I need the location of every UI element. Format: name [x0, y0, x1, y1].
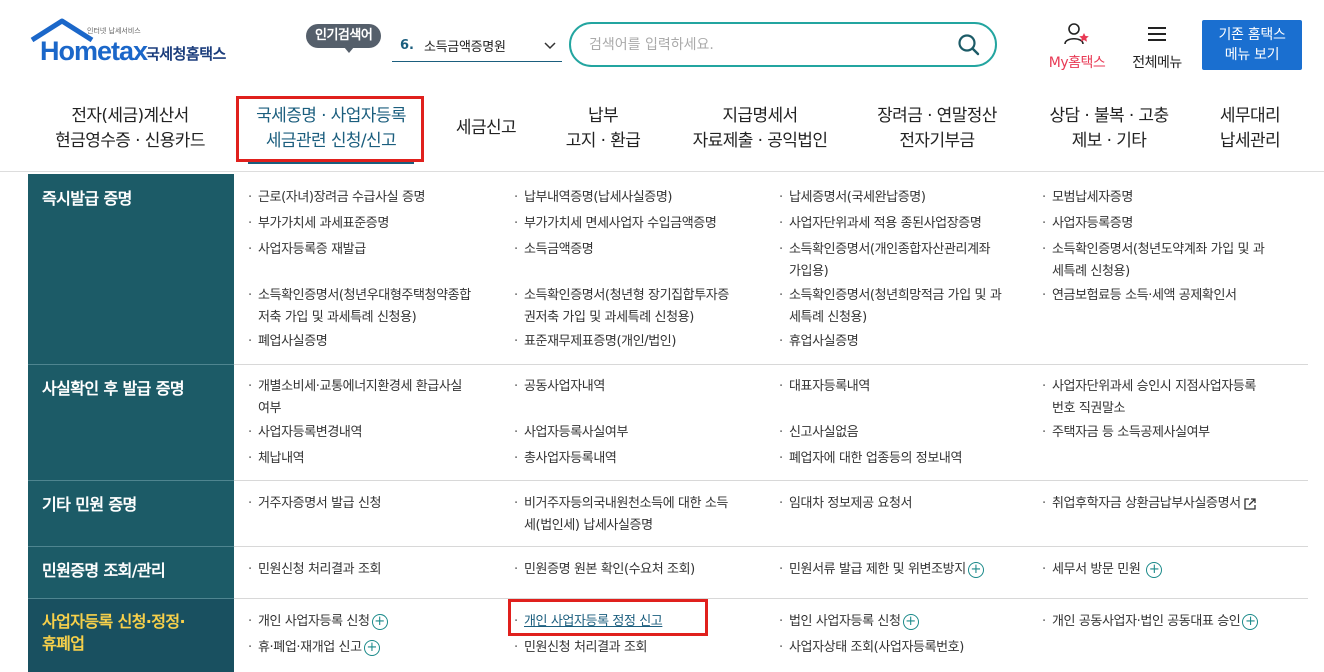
chevron-down-icon: [544, 42, 556, 50]
menu-item[interactable]: 사업자단위과세 승인시 지점사업자등록번호 직권말소: [1042, 376, 1256, 420]
popular-keyword: 소득금액증명원: [423, 40, 506, 55]
gnb-tab-e-invoice[interactable]: 전자(세금)계산서 현금영수증 · 신용카드: [50, 104, 210, 154]
menu-item[interactable]: 사업자등록변경내역: [248, 422, 362, 444]
menu-item[interactable]: 개인 공동사업자·법인 공동대표 승인+: [1042, 611, 1259, 633]
menu-item[interactable]: 납세증명서(국세완납증명): [779, 187, 926, 209]
menu-item[interactable]: 체납내역: [248, 448, 305, 470]
category-business-registration[interactable]: 사업자등록 신청·정정· 휴폐업: [28, 599, 234, 672]
menu-item[interactable]: 사업자상태 조회(사업자등록번호): [779, 637, 964, 659]
menu-item[interactable]: 휴업사실증명: [779, 331, 859, 353]
search-box: [569, 22, 997, 67]
menu-item[interactable]: 사업자등록사실여부: [514, 422, 628, 444]
row-divider: [234, 364, 1308, 365]
menu-item[interactable]: 법인 사업자등록 신청+: [779, 611, 919, 633]
category-divider: [28, 546, 234, 547]
header: 인터넷 납세서비스 Hometax 국세청홈택스 인기검색어 6. 소득금액증명…: [0, 0, 1324, 92]
external-link-icon: [1244, 497, 1256, 510]
popular-rank: 6.: [400, 38, 414, 53]
category-verified-certificates[interactable]: 사실확인 후 발급 증명: [28, 378, 234, 400]
gnb-tab-tax-filing[interactable]: 세금신고: [446, 116, 526, 141]
category-divider: [28, 480, 234, 481]
my-hometax-label: My홈택스: [1048, 55, 1106, 71]
menu-item[interactable]: 근로(자녀)장려금 수급사실 증명: [248, 187, 425, 209]
plus-circle-icon[interactable]: +: [363, 639, 380, 656]
old-hometax-menu-button[interactable]: 기존 홈택스 메뉴 보기: [1202, 20, 1302, 70]
row-divider: [234, 546, 1308, 547]
gnb-tab-consulting[interactable]: 상담 · 불복 · 고충 제보 · 기타: [1040, 104, 1178, 154]
menu-item[interactable]: 취업후학자금 상환금납부사실증명서: [1042, 493, 1257, 515]
menu-item[interactable]: 개별소비세·교통에너지환경세 환급사실여부: [248, 376, 462, 420]
plus-circle-icon[interactable]: +: [1242, 613, 1259, 630]
menu-item[interactable]: 민원증명 원본 확인(수요처 조회): [514, 559, 695, 581]
menu-item[interactable]: 소득확인증명서(개인종합자산관리계좌가입용): [779, 239, 991, 283]
menu-item[interactable]: 비거주자등의국내원천소득에 대한 소득세(법인세) 납세사실증명: [514, 493, 728, 537]
highlight-box-gnb: [236, 96, 424, 162]
menu-item[interactable]: 사업자단위과세 적용 종된사업장증명: [779, 213, 982, 235]
menu-item[interactable]: 대표자등록내역: [779, 376, 870, 398]
category-instant-certificates[interactable]: 즉시발급 증명: [28, 188, 234, 210]
popular-search-badge: 인기검색어: [306, 24, 382, 53]
row-divider: [234, 480, 1308, 481]
all-menu-button[interactable]: 전체메뉴: [1124, 22, 1190, 72]
old-home-line1: 기존 홈택스: [1218, 27, 1286, 43]
gnb-tab-tax-agent[interactable]: 세무대리 납세관리: [1208, 104, 1292, 154]
menu-item[interactable]: 휴·폐업·재개업 신고+: [248, 637, 380, 659]
menu-item[interactable]: 부가가치세 과세표준증명: [248, 213, 389, 235]
plus-circle-icon[interactable]: +: [371, 613, 388, 630]
highlight-box-menu-item: [508, 599, 708, 636]
category-other-certificates[interactable]: 기타 민원 증명: [28, 494, 234, 516]
menu-item[interactable]: 사업자등록증명: [1042, 213, 1133, 235]
menu-item[interactable]: 부가가치세 면세사업자 수입금액증명: [514, 213, 717, 235]
menu-item[interactable]: 소득금액증명: [514, 239, 594, 261]
menu-item[interactable]: 소득확인증명서(청년도약계좌 가입 및 과세특례 신청용): [1042, 239, 1265, 283]
menu-item[interactable]: 소득확인증명서(청년희망적금 가입 및 과세특례 신청용): [779, 285, 1002, 329]
gnb-tab-payment-statements[interactable]: 지급명세서 자료제출 · 공익법인: [680, 104, 840, 154]
menu-item[interactable]: 납부내역증명(납세사실증명): [514, 187, 672, 209]
menu-item[interactable]: 표준재무제표증명(개인/법인): [514, 331, 676, 353]
hamburger-icon: [1148, 27, 1166, 41]
plus-circle-icon[interactable]: +: [967, 561, 984, 578]
search-input[interactable]: [589, 36, 949, 53]
menu-item[interactable]: 사업자등록증 재발급: [248, 239, 366, 261]
category-certificate-inquiry[interactable]: 민원증명 조회/관리: [28, 560, 234, 582]
menu-item[interactable]: 신고사실없음: [779, 422, 859, 444]
all-menu-label: 전체메뉴: [1132, 55, 1182, 71]
menu-item[interactable]: 민원신청 처리결과 조회: [514, 637, 647, 659]
menu-item[interactable]: 총사업자등록내역: [514, 448, 617, 470]
menu-item[interactable]: 민원서류 발급 제한 및 위변조방지+: [779, 559, 984, 581]
menu-item[interactable]: 폐업자에 대한 업종등의 정보내역: [779, 448, 962, 470]
menu-item[interactable]: 모범납세자증명: [1042, 187, 1133, 209]
main-navigation: 전자(세금)계산서 현금영수증 · 신용카드 국세증명 · 사업자등록 세금관련…: [0, 92, 1324, 172]
gnb-active-indicator: [248, 162, 414, 164]
menu-item[interactable]: 연금보험료등 소득·세액 공제확인서: [1042, 285, 1237, 307]
menu-item[interactable]: 개인 사업자등록 신청+: [248, 611, 388, 633]
search-icon[interactable]: [957, 33, 981, 57]
logo-brand: Hometax: [40, 36, 148, 66]
submenu-panel: 즉시발급 증명 사실확인 후 발급 증명 기타 민원 증명 민원증명 조회/관리…: [28, 174, 1308, 672]
menu-item[interactable]: 세무서 방문 민원 +: [1042, 559, 1163, 581]
plus-circle-icon[interactable]: +: [902, 613, 919, 630]
logo-subtitle: 인터넷 납세서비스: [87, 27, 141, 35]
hometax-logo[interactable]: 인터넷 납세서비스 Hometax 국세청홈택스: [30, 18, 245, 68]
menu-item[interactable]: 소득확인증명서(청년우대형주택청약종합저축 가입 및 과세특례 신청용): [248, 285, 471, 329]
menu-item[interactable]: 거주자증명서 발급 신청: [248, 493, 381, 515]
user-star-icon: [1064, 23, 1089, 45]
row-divider: [234, 598, 1308, 599]
plus-circle-icon[interactable]: +: [1146, 561, 1163, 578]
gnb-tab-payment[interactable]: 납부 고지 · 환급: [552, 104, 654, 154]
logo-brand-korean: 국세청홈택스: [146, 45, 226, 63]
popular-search-select[interactable]: 6. 소득금액증명원: [392, 30, 562, 62]
menu-item[interactable]: 소득확인증명서(청년형 장기집합투자증권저축 가입 및 과세특례 신청용): [514, 285, 729, 329]
menu-item[interactable]: 공동사업자내역: [514, 376, 605, 398]
menu-item[interactable]: 주택자금 등 소득공제사실여부: [1042, 422, 1210, 444]
menu-item[interactable]: 폐업사실증명: [248, 331, 328, 353]
my-hometax-button[interactable]: My홈택스: [1040, 22, 1114, 72]
gnb-tab-incentives[interactable]: 장려금 · 연말정산 전자기부금: [862, 104, 1012, 154]
old-home-line2: 메뉴 보기: [1224, 47, 1280, 63]
menu-item[interactable]: 임대차 정보제공 요청서: [779, 493, 912, 515]
menu-item[interactable]: 민원신청 처리결과 조회: [248, 559, 381, 581]
category-divider: [28, 364, 234, 365]
